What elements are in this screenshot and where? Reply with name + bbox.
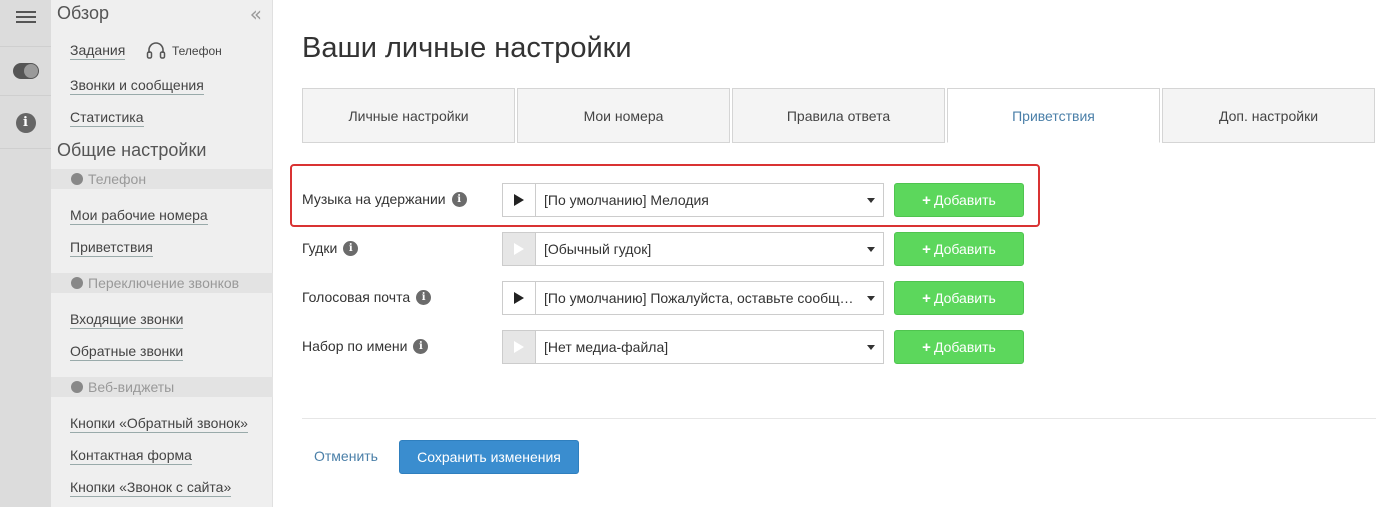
toggle-icon[interactable] — [0, 46, 51, 96]
row-dial-by-name: Набор по имени i [Нет медиа-файла] + Добав… — [302, 330, 1032, 364]
info-icon[interactable]: i — [451, 191, 467, 207]
caret-down-icon — [867, 247, 875, 252]
cancel-link[interactable]: Отменить — [314, 448, 378, 464]
row-label: Гудки i — [302, 240, 359, 256]
row-label: Набор по имени i — [302, 338, 429, 354]
add-button[interactable]: + Добавить — [894, 232, 1024, 266]
info-icon[interactable]: i — [416, 289, 432, 305]
sidebar-item-callbacks[interactable]: Обратные звонки — [70, 343, 184, 361]
row-hold-music: Музыка на удержании i [По умолчанию] Мело… — [302, 183, 1032, 217]
sidebar-phone-status[interactable]: Телефон — [146, 42, 222, 60]
tab-extra-settings[interactable]: Доп. настройки — [1162, 88, 1375, 143]
sidebar-item-tasks[interactable]: Задания — [70, 42, 126, 60]
play-button[interactable] — [502, 281, 535, 315]
media-select[interactable]: [Нет медиа-файла] — [535, 330, 884, 364]
sidebar-item-stats[interactable]: Статистика — [70, 109, 144, 127]
sidebar-item-contact-form[interactable]: Контактная форма — [70, 447, 192, 465]
sidebar-item-incoming-calls[interactable]: Входящие звонки — [70, 311, 184, 329]
section-title-general: Общие настройки — [57, 140, 207, 160]
main-content: Ваши личные настройки Личные настройки М… — [274, 0, 1396, 507]
group-call-transfer: Переключение звонков — [51, 273, 273, 293]
sidebar-item-greetings[interactable]: Приветствия — [70, 239, 153, 257]
group-web-widgets: Веб-виджеты — [51, 377, 273, 397]
media-select[interactable]: [По умолчанию] Пожалуйста, оставьте сооб… — [535, 281, 884, 315]
globe-icon — [71, 381, 83, 393]
play-icon — [514, 243, 524, 255]
play-button[interactable] — [502, 183, 535, 217]
sidebar-item-work-numbers[interactable]: Мои рабочие номера — [70, 207, 208, 225]
collapse-icon[interactable]: « — [250, 2, 262, 26]
divider — [302, 418, 1376, 419]
row-label: Музыка на удержании i — [302, 191, 467, 207]
sidebar: Обзор « Задания Телефон Звонки и сообщен… — [51, 0, 273, 507]
info-icon[interactable]: i — [0, 97, 51, 149]
phone-icon — [71, 173, 83, 185]
sidebar-item-calls[interactable]: Звонки и сообщения — [70, 77, 204, 95]
play-icon — [514, 194, 524, 206]
plus-icon: + — [922, 240, 931, 258]
info-icon[interactable]: i — [343, 240, 359, 256]
play-button[interactable] — [502, 330, 535, 364]
add-button[interactable]: + Добавить — [894, 281, 1024, 315]
sidebar-item-call-buttons[interactable]: Кнопки «Звонок с сайта» — [70, 479, 232, 497]
sidebar-phone-label: Телефон — [172, 44, 222, 58]
icon-rail: i — [0, 0, 51, 507]
tab-my-numbers[interactable]: Мои номера — [517, 88, 730, 143]
tab-personal-settings[interactable]: Личные настройки — [302, 88, 515, 143]
add-button[interactable]: + Добавить — [894, 330, 1024, 364]
plus-icon: + — [922, 191, 931, 209]
sidebar-title: Обзор — [57, 3, 109, 23]
add-button[interactable]: + Добавить — [894, 183, 1024, 217]
play-button[interactable] — [502, 232, 535, 266]
caret-down-icon — [867, 296, 875, 301]
menu-icon[interactable] — [0, 0, 51, 34]
transfer-icon — [71, 277, 83, 289]
headset-icon — [146, 42, 166, 59]
media-select[interactable]: [По умолчанию] Мелодия — [535, 183, 884, 217]
media-select[interactable]: [Обычный гудок] — [535, 232, 884, 266]
tab-bar: Личные настройки Мои номера Правила отве… — [302, 88, 1377, 143]
tab-greetings[interactable]: Приветствия — [947, 88, 1160, 143]
sidebar-item-callback-buttons[interactable]: Кнопки «Обратный звонок» — [70, 415, 248, 433]
save-button[interactable]: Сохранить изменения — [399, 440, 579, 474]
group-phone: Телефон — [51, 169, 273, 189]
play-icon — [514, 341, 524, 353]
caret-down-icon — [867, 198, 875, 203]
plus-icon: + — [922, 289, 931, 307]
row-label: Голосовая почта i — [302, 289, 432, 305]
plus-icon: + — [922, 338, 931, 356]
row-voicemail: Голосовая почта i [По умолчанию] Пожалуйс… — [302, 281, 1032, 315]
page-title: Ваши личные настройки — [302, 32, 632, 64]
tab-answer-rules[interactable]: Правила ответа — [732, 88, 945, 143]
caret-down-icon — [867, 345, 875, 350]
play-icon — [514, 292, 524, 304]
info-icon[interactable]: i — [413, 338, 429, 354]
row-ringback: Гудки i [Обычный гудок] + Добавить — [302, 232, 1032, 266]
